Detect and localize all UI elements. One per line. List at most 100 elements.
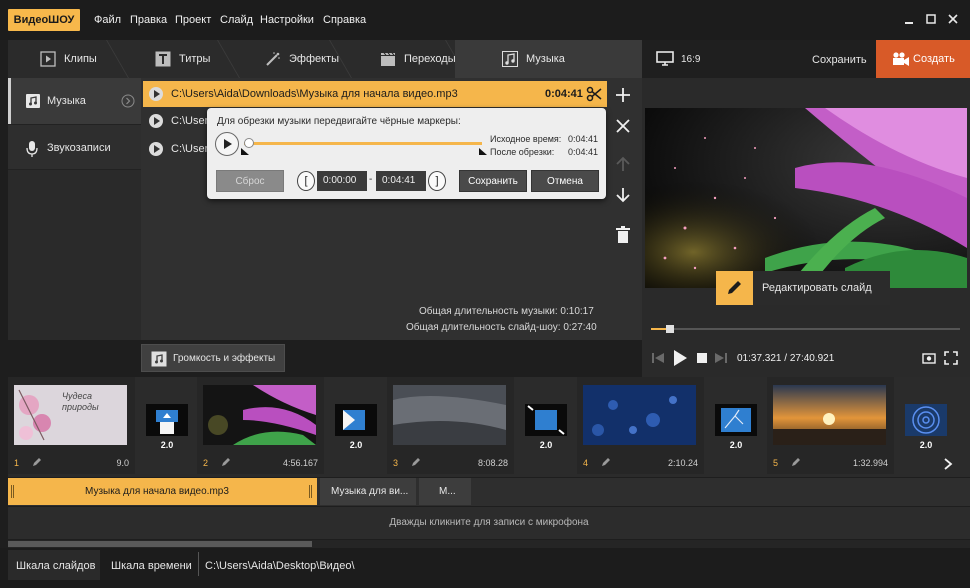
sidebar-item-music[interactable]: Музыка bbox=[8, 78, 141, 124]
transition-thumbnail bbox=[525, 404, 567, 436]
slide-card[interactable]: 4 2:10.24 bbox=[577, 377, 704, 474]
trim-end-input[interactable]: 0:04:41 bbox=[376, 171, 426, 191]
close-icon[interactable] bbox=[946, 12, 960, 26]
preview-progress-handle[interactable] bbox=[665, 325, 674, 333]
edit-pencil-icon[interactable] bbox=[411, 457, 421, 467]
trim-start-marker[interactable] bbox=[240, 148, 250, 156]
mic-hint: Дважды кликните для записи с микрофона bbox=[389, 517, 589, 528]
remove-icon[interactable] bbox=[612, 115, 634, 137]
voice-track[interactable]: Дважды кликните для записи с микрофона bbox=[8, 507, 970, 539]
slide-thumbnail bbox=[773, 385, 886, 445]
create-button[interactable]: Создать bbox=[876, 40, 970, 78]
tab-transitions[interactable]: Переходы bbox=[380, 40, 470, 78]
add-icon[interactable] bbox=[612, 84, 634, 106]
menu-settings[interactable]: Настройки bbox=[260, 14, 314, 26]
clips-icon bbox=[40, 51, 56, 67]
trim-end-marker[interactable] bbox=[478, 148, 488, 156]
move-up-icon[interactable] bbox=[612, 153, 634, 175]
skip-back-icon[interactable] bbox=[651, 351, 665, 365]
snapshot-icon[interactable] bbox=[922, 351, 936, 365]
tab-effects[interactable]: Эффекты bbox=[265, 40, 355, 78]
stop-icon[interactable] bbox=[696, 352, 708, 364]
track-path: C:\Users\Aida\Downloads\Музыка для начал… bbox=[171, 88, 458, 100]
clip-handle[interactable] bbox=[309, 485, 312, 498]
transition-card[interactable]: 2.0 bbox=[706, 377, 766, 474]
music-icon bbox=[502, 51, 518, 67]
music-clip[interactable]: М... bbox=[419, 478, 471, 505]
microphone-icon bbox=[25, 140, 39, 158]
tab-time-scale[interactable]: Шкала времени bbox=[100, 550, 196, 580]
slide-card[interactable]: Чудеса природы 1 9.0 bbox=[8, 377, 135, 474]
slide-caption: Чудеса природы bbox=[62, 391, 99, 412]
edit-pencil-icon[interactable] bbox=[221, 457, 231, 467]
transition-duration: 2.0 bbox=[919, 440, 933, 450]
slide-preview bbox=[645, 108, 967, 288]
slide-thumbnail bbox=[203, 385, 316, 445]
slide-card[interactable]: 5 1:32.994 bbox=[767, 377, 894, 474]
clip-handle[interactable] bbox=[11, 485, 14, 498]
scrollbar-thumb[interactable] bbox=[8, 541, 312, 547]
transition-duration: 2.0 bbox=[539, 440, 553, 450]
trim-cancel-button[interactable]: Отмена bbox=[531, 170, 599, 192]
menu-slide[interactable]: Слайд bbox=[220, 14, 253, 26]
fullscreen-icon[interactable] bbox=[944, 351, 958, 365]
transition-thumbnail bbox=[335, 404, 377, 436]
volume-effects-button[interactable]: Громкость и эффекты bbox=[141, 344, 285, 372]
tab-clips-label: Клипы bbox=[64, 53, 97, 65]
trash-icon[interactable] bbox=[612, 224, 634, 246]
menu-edit[interactable]: Правка bbox=[130, 14, 167, 26]
trim-range-bar bbox=[244, 142, 482, 145]
trim-playhead[interactable] bbox=[244, 138, 254, 148]
slide-card[interactable]: 3 8:08.28 bbox=[387, 377, 514, 474]
set-end-icon[interactable]: ] bbox=[428, 171, 446, 191]
trim-save-button[interactable]: Сохранить bbox=[459, 170, 527, 192]
transition-thumbnail bbox=[146, 404, 188, 436]
play-icon[interactable] bbox=[149, 87, 163, 101]
transition-card[interactable]: 2.0 bbox=[326, 377, 386, 474]
tab-titles[interactable]: Титры bbox=[155, 40, 235, 78]
transition-duration: 2.0 bbox=[160, 440, 174, 450]
after-trim-value: 0:04:41 bbox=[568, 147, 599, 157]
chevron-right-icon bbox=[121, 94, 135, 108]
slide-duration: 8:08.28 bbox=[477, 458, 508, 468]
transition-card[interactable]: 2.0 bbox=[516, 377, 576, 474]
preview-progress-track[interactable] bbox=[651, 328, 960, 330]
tab-transitions-label: Переходы bbox=[404, 53, 456, 65]
aspect-ratio[interactable]: 16:9 bbox=[681, 54, 700, 65]
set-start-icon[interactable]: [ bbox=[297, 171, 315, 191]
timeline-scrollbar[interactable] bbox=[8, 540, 970, 548]
slide-duration: 2:10.24 bbox=[667, 458, 698, 468]
edit-pencil-icon[interactable] bbox=[601, 457, 611, 467]
minimize-icon[interactable] bbox=[902, 12, 916, 26]
menu-project[interactable]: Проект bbox=[175, 14, 211, 26]
tab-music[interactable]: Музыка bbox=[502, 40, 592, 78]
slide-card[interactable]: 2 4:56.167 bbox=[197, 377, 324, 474]
play-icon[interactable] bbox=[149, 114, 163, 128]
play-button-icon[interactable] bbox=[672, 349, 688, 367]
tab-clips[interactable]: Клипы bbox=[40, 40, 120, 78]
music-clip[interactable]: Музыка для ви... bbox=[320, 478, 416, 505]
transition-thumbnail bbox=[715, 404, 757, 436]
move-down-icon[interactable] bbox=[612, 184, 634, 206]
scissors-icon[interactable] bbox=[586, 86, 602, 102]
save-project-button[interactable]: Сохранить bbox=[812, 54, 867, 66]
edit-pencil-icon[interactable] bbox=[32, 457, 42, 467]
music-row[interactable]: C:\Users\Aida\Downloads\Музыка для начал… bbox=[143, 81, 607, 107]
chevron-right-icon[interactable] bbox=[942, 457, 954, 471]
maximize-icon[interactable] bbox=[924, 12, 938, 26]
edit-slide-button[interactable]: Редактировать слайд bbox=[716, 271, 890, 305]
transition-card[interactable]: 2.0 bbox=[137, 377, 197, 474]
reset-button[interactable]: Сброс bbox=[216, 170, 284, 192]
monitor-icon[interactable] bbox=[656, 51, 674, 67]
tab-slide-scale[interactable]: Шкала слайдов bbox=[8, 550, 100, 580]
music-clip-label: М... bbox=[439, 486, 456, 497]
sidebar-item-recordings[interactable]: Звукозаписи bbox=[8, 124, 141, 170]
edit-pencil-icon[interactable] bbox=[791, 457, 801, 467]
play-icon[interactable] bbox=[149, 142, 163, 156]
music-clip[interactable]: Музыка для начала видео.mp3 bbox=[8, 478, 317, 505]
menu-file[interactable]: Файл bbox=[94, 14, 121, 26]
skip-forward-icon[interactable] bbox=[714, 351, 728, 365]
trim-play-button[interactable] bbox=[215, 132, 239, 156]
menu-help[interactable]: Справка bbox=[323, 14, 366, 26]
trim-start-input[interactable]: 0:00:00 bbox=[317, 171, 367, 191]
